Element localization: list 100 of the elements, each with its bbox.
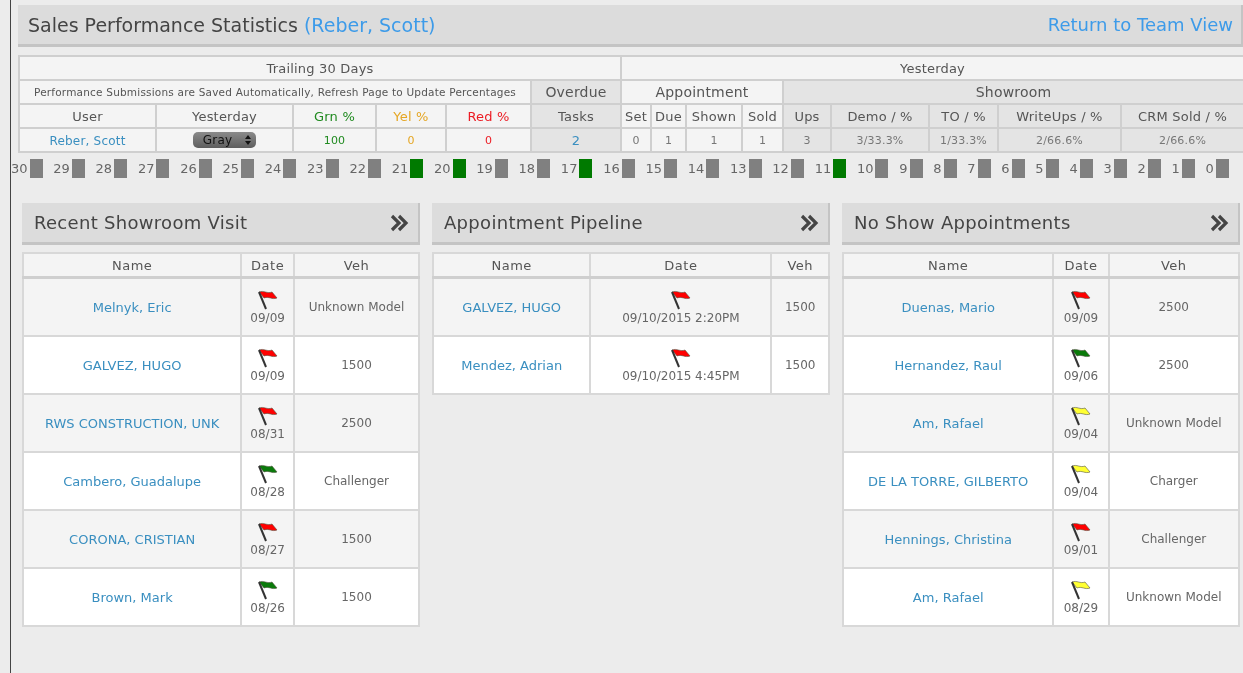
- day-label: 9: [899, 161, 908, 176]
- panel-title: Recent Showroom Visit: [34, 212, 248, 233]
- column-header: Due: [651, 104, 686, 128]
- customer-link[interactable]: Hernandez, Raul: [894, 357, 1002, 373]
- day-label: 26: [180, 161, 197, 176]
- table-cell: 2/66.6%: [998, 128, 1121, 152]
- info-note: Performance Submissions are Saved Automatically, Refresh Page to Update Percentages: [19, 80, 531, 104]
- customer-link[interactable]: GALVEZ, HUGO: [462, 299, 561, 315]
- vehicle-text: Charger: [1149, 474, 1198, 488]
- date-text: 09/09: [250, 369, 285, 383]
- double-chevron-icon[interactable]: [800, 212, 820, 233]
- day-label: 14: [687, 161, 705, 176]
- return-link[interactable]: Return to Team View: [1047, 14, 1233, 35]
- table-cell: 2/66.6%: [1121, 128, 1243, 152]
- column-header: Name: [843, 253, 1054, 278]
- day-label: 12: [772, 161, 789, 176]
- customer-link[interactable]: CORONA, CRISTIAN: [69, 531, 196, 547]
- table-cell: 0: [446, 128, 531, 152]
- day-label: 24: [264, 161, 282, 176]
- column-header: Yel %: [376, 104, 446, 128]
- customer-link[interactable]: Am, Rafael: [912, 415, 984, 431]
- day-label: 16: [603, 161, 620, 176]
- vehicle-text: 2500: [1158, 300, 1189, 314]
- vehicle-text: 2500: [341, 416, 372, 430]
- vehicle-text: 1500: [341, 532, 372, 546]
- column-header: Name: [23, 253, 242, 278]
- column-header: Demo / %: [831, 104, 929, 128]
- day-label: 21: [391, 161, 409, 176]
- day-label: 7: [967, 161, 976, 176]
- tasks-link[interactable]: 2: [531, 128, 621, 152]
- panel-title: Appointment Pipeline: [444, 212, 643, 233]
- day-label: 10: [856, 161, 874, 176]
- column-header: Veh: [1108, 253, 1239, 278]
- customer-link[interactable]: Mendez, Adrian: [461, 357, 563, 373]
- vehicle-text: Challenger: [324, 474, 389, 488]
- group-header: Appointment: [621, 80, 783, 104]
- column-header: CRM Sold / %: [1121, 104, 1243, 128]
- column-header: Date: [241, 253, 294, 278]
- column-header: Date: [590, 253, 772, 278]
- table-cell: 1: [651, 128, 686, 152]
- customer-link[interactable]: Am, Rafael: [912, 589, 984, 605]
- double-chevron-icon[interactable]: [1210, 212, 1230, 233]
- column-header: Veh: [771, 253, 829, 278]
- date-text: 08/31: [250, 427, 285, 441]
- day-label: 13: [730, 161, 747, 176]
- date-text: 08/26: [250, 601, 285, 615]
- day-label: 23: [307, 161, 324, 176]
- date-text: 08/29: [1063, 601, 1099, 615]
- date-text: 09/10/2015 4:45PM: [622, 369, 740, 383]
- panel-title: No Show Appointments: [854, 212, 1071, 233]
- group-header: Trailing 30 Days: [19, 56, 621, 80]
- customer-link[interactable]: Hennings, Christina: [884, 531, 1012, 547]
- day-label: 25: [222, 161, 240, 176]
- day-label: 8: [933, 161, 942, 176]
- day-label: 1: [1171, 161, 1180, 176]
- customer-link[interactable]: Cambero, Guadalupe: [63, 473, 202, 489]
- vehicle-text: Challenger: [1141, 532, 1207, 546]
- vehicle-text: 1500: [784, 358, 816, 372]
- page-title: Sales Performance Statistics (Reber, Scott): [28, 13, 436, 36]
- day-label: 18: [518, 161, 536, 176]
- column-header: Shown: [686, 104, 742, 128]
- vehicle-text: Unknown Model: [308, 300, 405, 314]
- column-header: Red %: [446, 104, 531, 128]
- customer-link[interactable]: GALVEZ, HUGO: [82, 357, 182, 373]
- customer-link[interactable]: Duenas, Mario: [901, 299, 995, 315]
- day-label: 0: [1205, 161, 1214, 176]
- vehicle-text: 2500: [1158, 358, 1189, 372]
- color-select[interactable]: Gray: [192, 132, 257, 148]
- date-text: 09/04: [1063, 427, 1099, 441]
- day-label: 27: [137, 161, 155, 176]
- up-down-arrows-icon: [244, 134, 253, 146]
- column-header: Set: [621, 104, 651, 128]
- column-header: User: [19, 104, 156, 128]
- date-text: 09/06: [1063, 369, 1099, 383]
- date-text: 09/01: [1063, 543, 1099, 557]
- column-header: Yesterday: [156, 104, 293, 128]
- vehicle-text: 1500: [784, 300, 816, 314]
- date-text: 08/28: [250, 485, 285, 499]
- day-label: 3: [1103, 161, 1112, 176]
- column-header: Tasks: [531, 104, 621, 128]
- group-header: Yesterday: [621, 56, 1243, 80]
- day-label: 22: [349, 161, 366, 176]
- date-text: 09/09: [1063, 311, 1099, 325]
- day-label: 2: [1137, 161, 1146, 176]
- vehicle-text: 1500: [341, 358, 372, 372]
- column-header: Date: [1053, 253, 1109, 278]
- day-label: 17: [560, 161, 578, 176]
- day-label: 15: [645, 161, 662, 176]
- date-text: 08/27: [250, 543, 285, 557]
- day-label: 5: [1035, 161, 1044, 176]
- vehicle-text: Unknown Model: [1125, 416, 1222, 430]
- double-chevron-icon[interactable]: [390, 212, 410, 233]
- table-cell: 1: [686, 128, 742, 152]
- day-label: 28: [95, 161, 113, 176]
- vehicle-text: 1500: [341, 590, 372, 604]
- customer-link[interactable]: Melnyk, Eric: [92, 299, 172, 315]
- table-cell: 0: [621, 128, 651, 152]
- group-header: Overdue: [531, 80, 621, 104]
- column-header: Veh: [294, 253, 419, 278]
- customer-link[interactable]: Brown, Mark: [91, 589, 173, 605]
